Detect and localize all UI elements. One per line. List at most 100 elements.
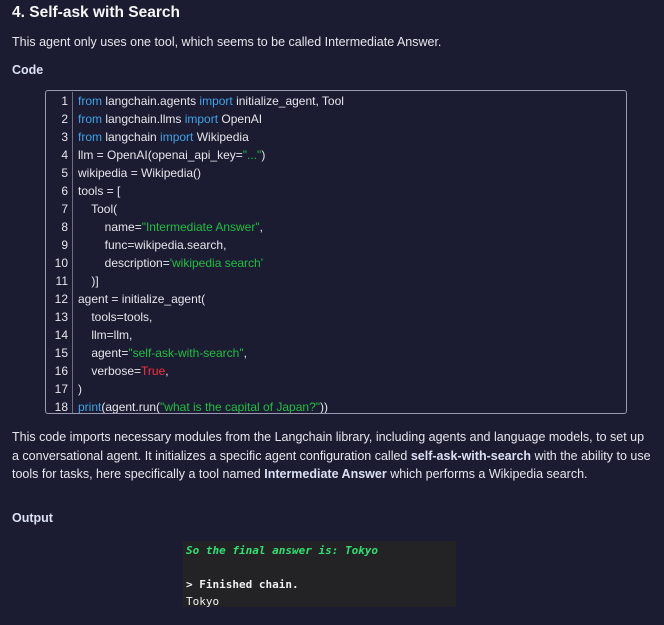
line-number: 15 (46, 344, 73, 362)
code-token: (agent.run( (101, 400, 161, 414)
code-text: name="Intermediate Answer", (73, 218, 627, 236)
code-line: 15 agent="self-ask-with-search", (46, 344, 626, 362)
line-number: 5 (46, 164, 73, 182)
code-line: 2 from langchain.llms import OpenAI (46, 110, 626, 128)
code-text: tools = [ (73, 182, 627, 200)
code-token: func=wikipedia.search, (78, 238, 227, 252)
code-line: 12 agent = initialize_agent( (46, 290, 626, 308)
terminal-output: So the final answer is: Tokyo > Finished… (183, 541, 456, 608)
code-line: 9 func=wikipedia.search, (46, 236, 626, 254)
line-number: 17 (46, 380, 73, 398)
code-token: from (78, 94, 102, 108)
code-text: )] (73, 272, 627, 290)
article-page: 4. Self-ask with Search This agent only … (0, 0, 664, 625)
code-text: Tool( (73, 200, 627, 218)
code-line: 4 llm = OpenAI(openai_api_key="...") (46, 146, 626, 164)
code-token: "..." (242, 148, 262, 162)
code-text: llm = OpenAI(openai_api_key="...") (73, 146, 627, 164)
terminal-final-answer: So the final answer is: Tokyo (186, 544, 379, 557)
code-text: ) (73, 380, 627, 398)
code-text: description='wikipedia search' (73, 254, 627, 272)
code-line: 16 verbose=True, (46, 362, 626, 380)
code-token: tools = [ (78, 184, 121, 198)
code-line: 11 )] (46, 272, 626, 290)
line-number: 6 (46, 182, 73, 200)
code-token: initialize_agent, Tool (232, 94, 344, 108)
code-token: , (243, 346, 247, 360)
code-line: 8 name="Intermediate Answer", (46, 218, 626, 236)
code-line: 3 from langchain import Wikipedia (46, 128, 626, 146)
code-token: langchain.agents (102, 94, 200, 108)
code-token: , (165, 364, 169, 378)
code-token: "self-ask-with-search" (128, 346, 244, 360)
code-token: 'wikipedia search' (169, 256, 264, 270)
code-text: agent="self-ask-with-search", (73, 344, 627, 362)
code-line: 7 Tool( (46, 200, 626, 218)
code-lines: 1 from langchain.agents import initialize… (46, 92, 627, 414)
code-line: 5 wikipedia = Wikipedia() (46, 164, 626, 182)
code-token: Tool( (78, 202, 118, 216)
explanation-bold-tool: Intermediate Answer (264, 467, 387, 481)
terminal-result: Tokyo (186, 595, 220, 608)
section-heading: 4. Self-ask with Search (12, 4, 180, 21)
explanation-bold-agent: self-ask-with-search (410, 448, 532, 463)
code-text: from langchain import Wikipedia (73, 128, 627, 146)
line-number: 8 (46, 218, 73, 236)
line-number: 14 (46, 326, 73, 344)
line-number: 9 (46, 236, 73, 254)
code-text: from langchain.agents import initialize_… (73, 92, 627, 110)
code-token: import (160, 130, 194, 144)
code-token: verbose= (78, 364, 142, 378)
output-label: Output (12, 511, 53, 525)
code-token: ) (78, 382, 82, 396)
code-table: 1 from langchain.agents import initialize… (46, 92, 627, 414)
code-text: tools=tools, (73, 308, 627, 326)
line-number: 11 (46, 272, 73, 290)
line-number: 2 (46, 110, 73, 128)
line-number: 1 (46, 92, 73, 110)
code-token: OpenAI (218, 112, 263, 126)
line-number: 3 (46, 128, 73, 146)
line-number: 12 (46, 290, 73, 308)
code-block[interactable]: 1 from langchain.agents import initialize… (45, 90, 627, 414)
code-line: 18 print(agent.run("what is the capital o… (46, 398, 627, 414)
code-token: llm = OpenAI(openai_api_key= (78, 148, 243, 162)
code-token: True (141, 364, 166, 378)
section-intro: This agent only uses one tool, which see… (12, 35, 442, 49)
code-line: 17) (46, 380, 626, 398)
code-token: print (78, 400, 102, 414)
terminal-finished-chain: > Finished chain. (186, 578, 299, 591)
code-text: verbose=True, (73, 362, 627, 380)
code-token: , (259, 220, 263, 234)
code-token: )) (320, 400, 328, 414)
line-number: 7 (46, 200, 73, 218)
code-token: from (78, 112, 102, 126)
code-line: 14 llm=llm, (46, 326, 626, 344)
code-text: print(agent.run("what is the capital of … (73, 398, 627, 414)
code-token: import (199, 94, 233, 108)
code-token: name= (78, 220, 142, 234)
code-line: 10 description='wikipedia search' (46, 254, 626, 272)
code-text: llm=llm, (73, 326, 627, 344)
code-token: tools=tools, (78, 310, 153, 324)
code-line: 6 tools = [ (46, 182, 626, 200)
code-token: )] (78, 274, 99, 288)
code-token: llm=llm, (78, 328, 133, 342)
code-line: 1 from langchain.agents import initialize… (46, 92, 626, 110)
line-number: 10 (46, 254, 73, 272)
code-token: agent= (78, 346, 129, 360)
code-text: agent = initialize_agent( (73, 290, 627, 308)
code-token: langchain (102, 130, 161, 144)
code-token: langchain.llms (102, 112, 185, 126)
code-token: ) (261, 148, 266, 162)
line-number: 16 (46, 362, 73, 380)
line-number: 4 (46, 146, 73, 164)
code-label: Code (12, 63, 44, 77)
line-number: 13 (46, 308, 73, 326)
code-token: from (78, 130, 102, 144)
code-line: 13 tools=tools, (46, 308, 626, 326)
code-text: from langchain.llms import OpenAI (73, 110, 627, 128)
code-token: agent = initialize_agent( (78, 292, 206, 306)
code-explanation: This code imports necessary modules from… (12, 428, 652, 484)
code-token: wikipedia = Wikipedia() (78, 166, 202, 180)
